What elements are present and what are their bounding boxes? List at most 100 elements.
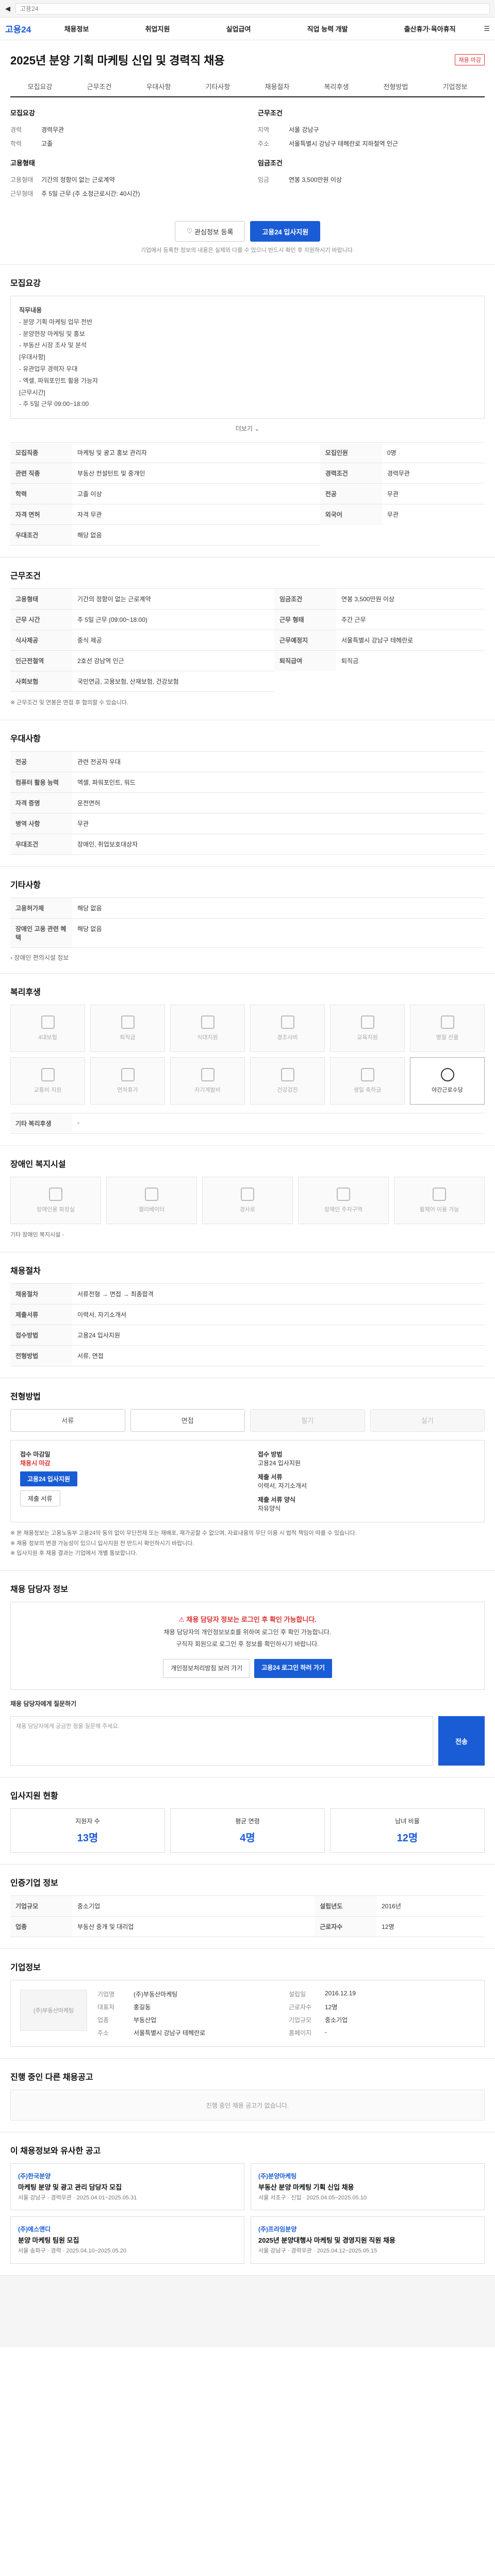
- apply-button[interactable]: 고용24 입사지원: [250, 221, 321, 242]
- more-button[interactable]: 더보기 ⌄: [10, 419, 485, 433]
- address-bar[interactable]: 고용24: [15, 3, 490, 14]
- card-meta: 서울 서초구 · 신입 · 2025.04.05~2025.05.10: [258, 2194, 367, 2201]
- facility-grid: 장애인용 화장실 엘리베이터 경사로 장애인 주차구역 휠체어 이용 가능: [10, 1176, 485, 1224]
- facility-icon: [145, 1187, 158, 1201]
- table-row: 기업규모 중소기업 설립년도 2016년: [10, 1895, 485, 1917]
- tab-5[interactable]: 복리후생: [307, 76, 366, 96]
- method-0[interactable]: 서류: [10, 1409, 125, 1432]
- table-row: 업종 부동산 중개 및 대리업 근로자수 12명: [10, 1916, 485, 1938]
- table-key: 근로자수: [315, 1916, 377, 1938]
- tab-4[interactable]: 채용절차: [248, 76, 307, 96]
- table-value: 2호선 강남역 인근: [72, 650, 275, 671]
- table-key: 근무 형태: [274, 609, 337, 630]
- tab-6[interactable]: 전형방법: [366, 76, 425, 96]
- table-key: 제출서류: [10, 1303, 72, 1325]
- facility-item: 경사로: [202, 1176, 293, 1224]
- job-card[interactable]: (주)한국분양 마케팅 분양 및 광고 관리 담당자 모집 서울 강남구 · 경력무…: [10, 2163, 244, 2211]
- table-row: 모집직종 마케팅 및 광고 홍보 관리자 모집인원 0명: [10, 442, 485, 463]
- welfare-icon: [280, 1015, 294, 1029]
- stat-label: 지원자 수: [75, 1818, 100, 1825]
- welfare-grid: 4대보험 퇴직금 식대지원 경조사비 교육지원 명절 선물 교통비 지원 연차휴가 자기계발비 건…: [10, 1004, 485, 1105]
- summary-notice: 기업에서 등록한 정보의 내용은 실제와 다를 수 있으니 반드시 확인 후 지…: [140, 247, 355, 253]
- table-value: 운전면허: [72, 792, 485, 814]
- company-value: 서울특별시 강남구 테헤란로: [134, 2029, 206, 2037]
- table-value: 기간의 정함이 없는 근로계약: [72, 588, 275, 609]
- privacy-button[interactable]: 개인정보처리방침 보러 가기: [163, 1659, 251, 1679]
- section-etc: 기타사항 고용허가제 해당 없음 장애인 고용 관련 혜택 해당 없음 › 장애인 편…: [0, 866, 495, 973]
- desc-line: - 분양 기획 마케팅 업무 전반: [19, 318, 93, 326]
- welfare-label: 교통비 지원: [34, 1087, 62, 1093]
- apply-now-button[interactable]: 고용24 입사지원: [20, 1471, 77, 1486]
- card-meta: 서울 송파구 · 경력 · 2025.04.10~2025.05.20: [18, 2247, 126, 2254]
- table-key: 관련 직종: [10, 463, 72, 484]
- status-badge: 채용 마감: [455, 54, 485, 65]
- facility-icon: [49, 1187, 62, 1201]
- section-title: 진행 중인 다른 채용공고: [10, 2073, 93, 2082]
- warning-line2: 구직자 회원으로 로그인 후 정보를 확인하시기 바랍니다.: [176, 1640, 319, 1648]
- company-key: 주소: [97, 2029, 109, 2037]
- table-key: 우대조건: [10, 524, 72, 546]
- table-key: 고용형태: [10, 588, 72, 609]
- conditions-table: 고용형태 기간의 정함이 없는 근로계약 임금조건 연봉 3,500만원 이상 근무 시…: [10, 588, 485, 692]
- login-button[interactable]: 고용24 로그인 하러 가기: [254, 1659, 332, 1679]
- welfare-label: 야간근로수당: [432, 1087, 463, 1093]
- job-card[interactable]: (주)분양마케팅 부동산 분양 마케팅 기획 신입 채용 서울 서초구 · 신입 ·…: [251, 2163, 485, 2211]
- table-key: 경력조건: [320, 463, 382, 484]
- summary-value: 경력무관: [41, 126, 64, 133]
- job-card[interactable]: (주)프라임분양 2025년 분양대행사 마케팅 및 경영지원 직원 채용 서울 강…: [251, 2216, 485, 2264]
- nav-item-1[interactable]: 취업지원: [145, 24, 170, 33]
- card-title: 분양 마케팅 팀원 모집: [18, 2236, 79, 2244]
- scrap-button[interactable]: ♡ 관심정보 등록: [174, 221, 245, 242]
- tab-3[interactable]: 기타사항: [188, 76, 248, 96]
- desc-label: 직무내용: [19, 307, 42, 314]
- table-key: 전형방법: [10, 1345, 72, 1366]
- tab-0[interactable]: 모집요강: [10, 76, 70, 96]
- summary-value: 서울 강남구: [289, 126, 319, 133]
- company-value: 부동산업: [134, 2016, 157, 2024]
- tab-1[interactable]: 근무조건: [70, 76, 129, 96]
- question-input[interactable]: 채용 담당자에게 궁금한 점을 질문해 주세요.: [10, 1716, 433, 1766]
- table-key: 전공: [10, 751, 72, 772]
- section-title: 입사지원 현황: [10, 1792, 58, 1801]
- warning-text: 채용 담당자 정보는 로그인 후 확인 가능합니다.: [186, 1616, 317, 1624]
- nav-item-4[interactable]: 출산휴가·육아휴직: [404, 24, 456, 33]
- job-card[interactable]: (주)에스앤디분양 마케팅 팀원 모집서울 송파구 · 경력 · 2025.04…: [10, 2216, 244, 2264]
- tab-2[interactable]: 우대사항: [129, 76, 188, 96]
- table-value: 장애인, 취업보호대상자: [72, 833, 485, 855]
- facility-icon: [241, 1187, 254, 1201]
- card-company: (주)에스앤디: [18, 2226, 51, 2233]
- table-value: 2016년: [376, 1895, 485, 1917]
- nav-menu: 채용정보 취업지원 실업급여 직업 능력 개발 출산휴가·육아휴직: [36, 24, 484, 33]
- nav-item-0[interactable]: 채용정보: [64, 24, 89, 33]
- section-method: 전형방법 서류 면접 필기 실기 접수 마감일 채용시 마감 고용24 입사지원 제출…: [0, 1377, 495, 1570]
- similar-jobs: (주)한국분양 마케팅 분양 및 광고 관리 담당자 모집 서울 강남구 · 경력무…: [10, 2163, 485, 2264]
- facility-link[interactable]: › 장애인 편의시설 정보: [10, 948, 485, 962]
- table-key: 전공: [320, 483, 382, 504]
- table-row: 전형방법 서류, 면접: [10, 1345, 485, 1366]
- method-1[interactable]: 면접: [130, 1409, 245, 1432]
- nav-item-3[interactable]: 직업 능력 개발: [307, 24, 348, 33]
- welfare-icon: [440, 1067, 454, 1081]
- site-logo[interactable]: 고용24: [5, 22, 36, 35]
- facility-label: 장애인 주차구역: [324, 1206, 362, 1213]
- send-button[interactable]: 전송: [438, 1716, 485, 1766]
- table-key: 모집직종: [10, 442, 72, 463]
- docs-button[interactable]: 제출 서류: [20, 1490, 60, 1506]
- welfare-label: 연차휴가: [117, 1087, 138, 1093]
- table-value: 경력무관: [382, 463, 485, 484]
- table-value: 12명: [376, 1916, 485, 1938]
- menu-icon[interactable]: ☰: [484, 25, 490, 33]
- back-icon[interactable]: ◀: [5, 5, 10, 13]
- contact-warning: ⚠ 채용 담당자 정보는 로그인 후 확인 가능합니다. 채용 담당자의 개인정…: [10, 1602, 485, 1690]
- tab-7[interactable]: 기업정보: [425, 76, 485, 96]
- welfare-label: 퇴직금: [120, 1034, 136, 1041]
- summary-heading: 근무조건: [258, 109, 283, 117]
- preference-table: 전공 관련 전공자 우대 컴퓨터 활용 능력 엑셀, 파워포인트, 워드 자격 증명 운전…: [10, 751, 485, 855]
- welfare-label: 생일 축하금: [353, 1087, 382, 1093]
- company-value: (주)부동산마케팅: [134, 1991, 178, 1998]
- welfare-etc-table: 기타 복리후생 -: [10, 1112, 485, 1134]
- job-summary: 모집요강 경력 경력무관 학력 고졸 고용형태 고용형태 기간의 정함이 없는 근로계약 근무형…: [0, 97, 495, 211]
- nav-item-2[interactable]: 실업급여: [226, 24, 251, 33]
- stat-card: 남녀 비율 12명: [330, 1808, 485, 1853]
- section-title: 장애인 복지시설: [10, 1160, 66, 1169]
